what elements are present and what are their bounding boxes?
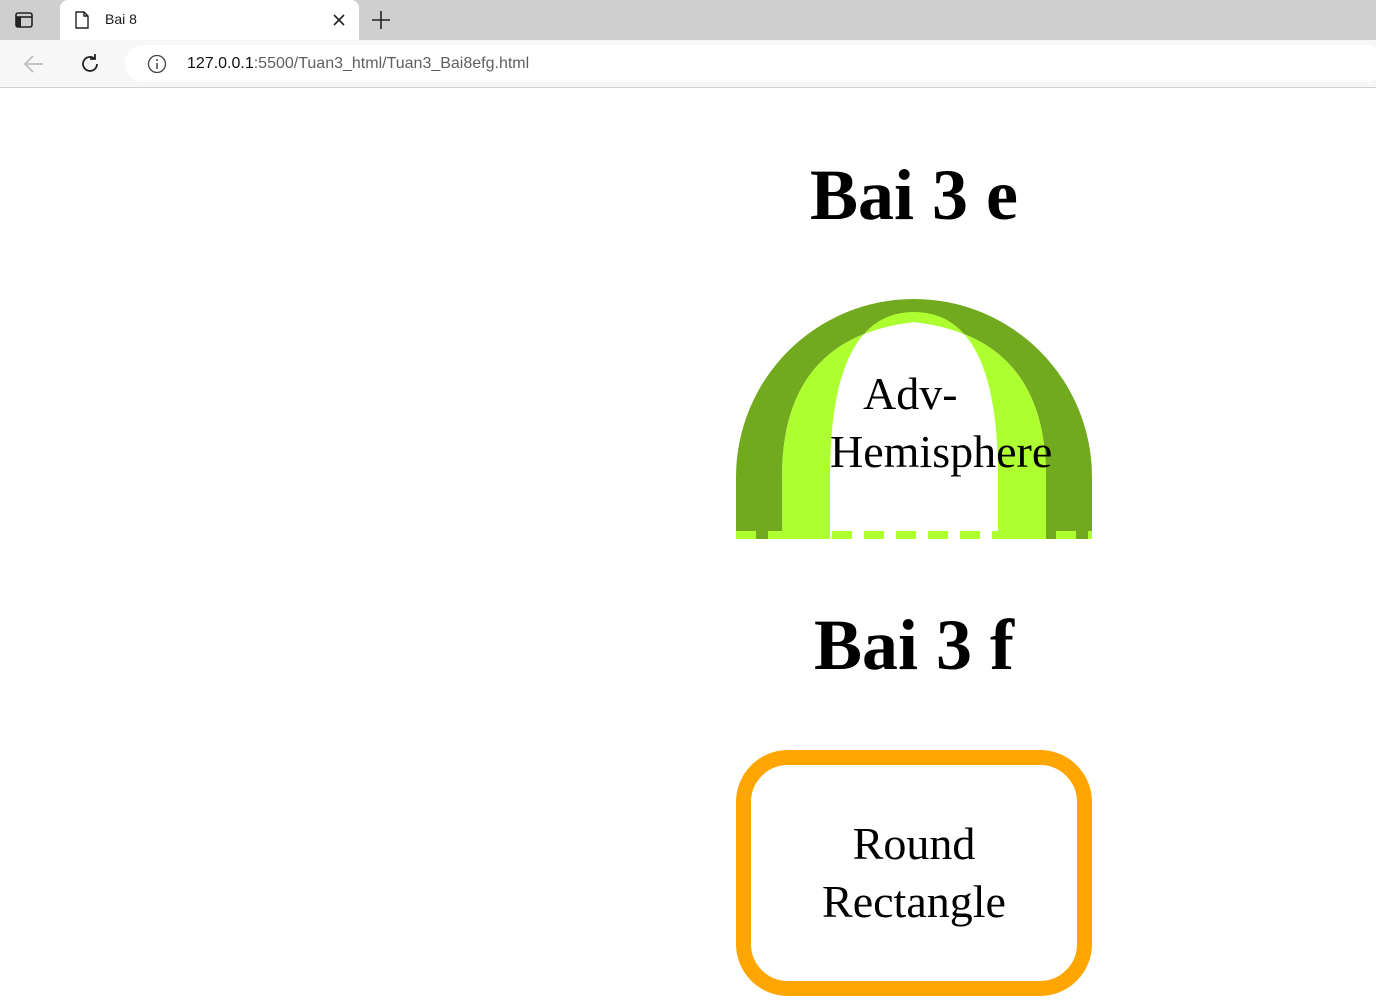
browser-tab[interactable]: Bai 8: [60, 0, 359, 40]
tab-actions-icon[interactable]: [14, 10, 34, 30]
url-host: 127.0.0.1: [187, 55, 254, 72]
round-rectangle-label: Round Rectangle: [736, 815, 1092, 931]
close-icon[interactable]: [331, 12, 347, 28]
browser-toolbar: 127.0.0.1:5500/Tuan3_html/Tuan3_Bai8efg.…: [0, 40, 1376, 88]
hemisphere-label-line1: Adv-: [863, 368, 958, 419]
hemisphere-label: Adv- Hemisphere: [736, 365, 1092, 481]
info-icon[interactable]: [147, 54, 167, 74]
heading-bai-3-f: Bai 3 f: [813, 605, 1014, 685]
page-icon: [74, 11, 92, 29]
round-rectangle-label-line2: Rectangle: [822, 876, 1006, 927]
hemisphere-label-line2: Hemisphere: [830, 426, 1053, 477]
page-content: Bai 3 e Adv- Hemisphere Bai 3 f Round Re…: [0, 89, 1376, 1008]
plus-icon[interactable]: [370, 9, 392, 31]
url-path: :5500/Tuan3_html/Tuan3_Bai8efg.html: [253, 55, 530, 72]
heading-bai-3-e: Bai 3 e: [810, 155, 1018, 235]
tab-title: Bai 8: [105, 11, 137, 27]
tab-strip: Bai 8: [0, 0, 1376, 40]
arrow-left-icon[interactable]: [22, 52, 46, 76]
round-rectangle-label-line1: Round: [852, 818, 976, 869]
address-bar[interactable]: 127.0.0.1:5500/Tuan3_html/Tuan3_Bai8efg.…: [125, 45, 1376, 82]
reload-icon[interactable]: [78, 52, 102, 76]
url-text[interactable]: 127.0.0.1:5500/Tuan3_html/Tuan3_Bai8efg.…: [187, 55, 529, 73]
